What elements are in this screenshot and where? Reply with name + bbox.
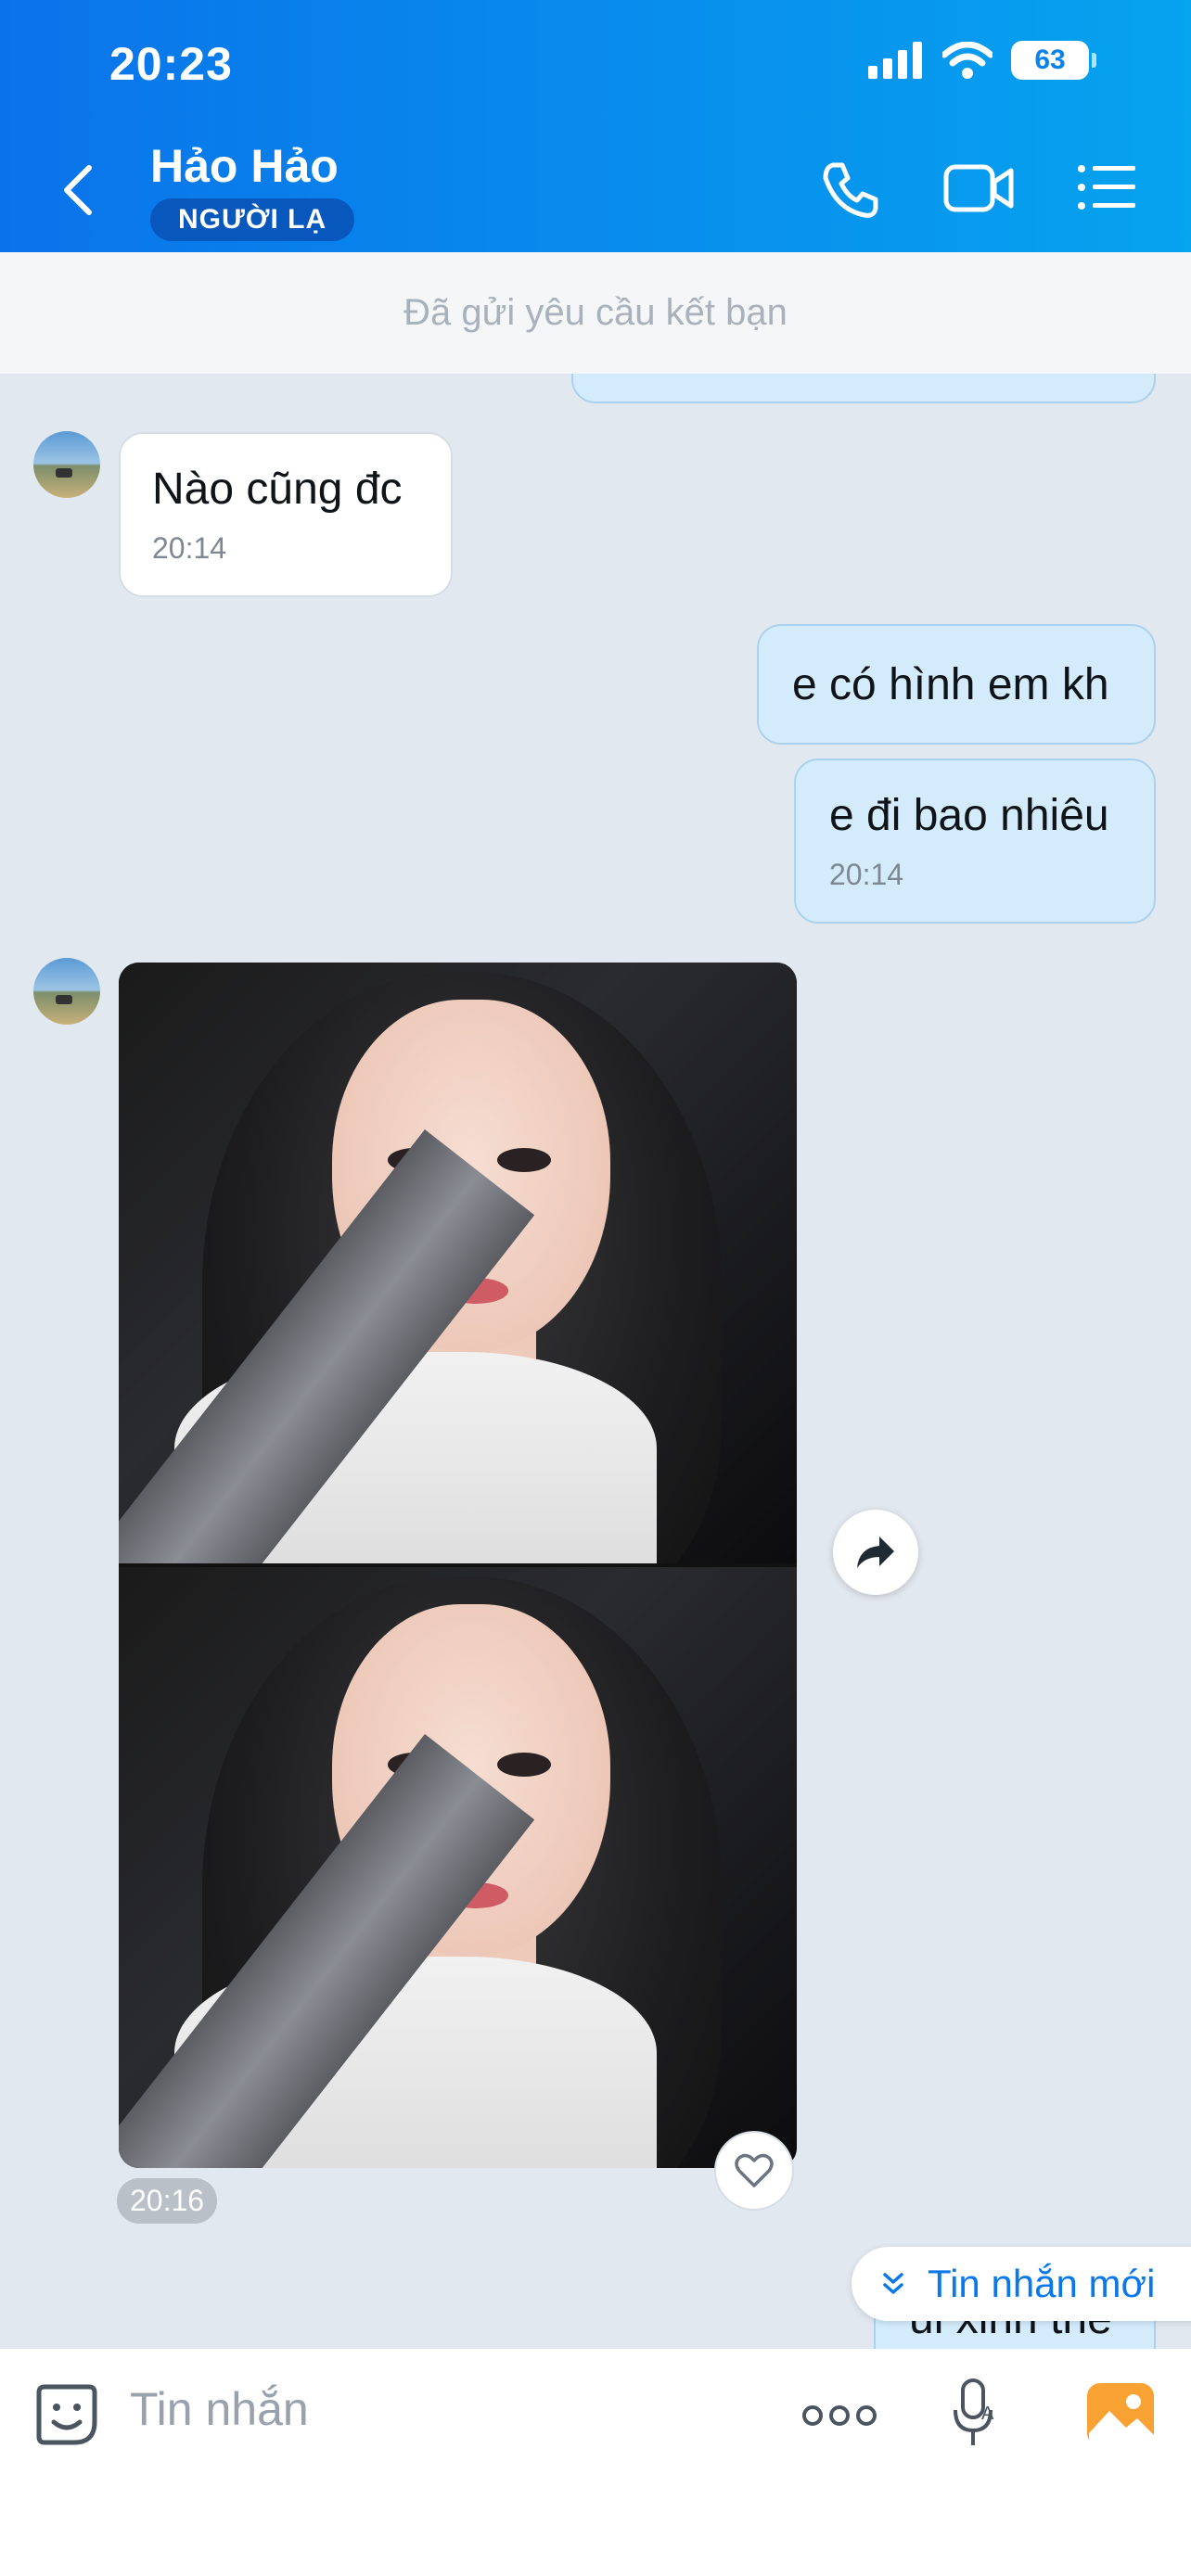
contact-avatar[interactable] [33, 958, 100, 1025]
sticker-icon[interactable] [33, 2381, 100, 2448]
message-text: e đi bao nhiêu [829, 791, 1109, 840]
stranger-badge: NGƯỜI LẠ [150, 198, 355, 241]
message-input[interactable]: Tin nhắn [130, 2382, 309, 2436]
phone-call-icon[interactable] [820, 159, 881, 221]
gallery-image-icon[interactable] [1085, 2381, 1156, 2448]
message-bubble-incoming[interactable]: Nào cũng đc 20:14 [119, 432, 453, 597]
selfie-photo[interactable] [119, 1567, 797, 2168]
composer-bar: Tin nhắn A [0, 2349, 1191, 2576]
message-bubble-outgoing[interactable] [571, 374, 1156, 403]
chat-header: 20:23 63 Hảo Hảo NGƯỜI LẠ [0, 0, 1191, 252]
forward-button[interactable] [833, 1510, 918, 1595]
status-time: 20:23 [109, 38, 233, 90]
friend-request-banner: Đã gửi yêu cầu kết bạn [0, 252, 1191, 374]
wifi-icon [942, 42, 992, 79]
contact-avatar[interactable] [33, 431, 100, 498]
status-icons: 63 [868, 41, 1096, 80]
photo-time: 20:16 [117, 2178, 218, 2224]
double-chevron-down-icon [883, 2273, 903, 2294]
menu-list-icon[interactable] [1076, 159, 1137, 215]
signal-icon [868, 42, 922, 79]
selfie-photo[interactable] [119, 963, 797, 1563]
message-text: Nào cũng đc [152, 465, 403, 514]
message-list[interactable]: Nào cũng đc 20:14 e có hình em kh e đi b… [0, 374, 1191, 2349]
voice-input-icon[interactable]: A [950, 2377, 1002, 2451]
heart-icon [735, 2153, 774, 2187]
video-call-icon[interactable] [942, 159, 1015, 215]
back-arrow-icon[interactable] [59, 162, 96, 218]
message-bubble-outgoing[interactable]: e đi bao nhiêu 20:14 [794, 759, 1156, 924]
new-messages-button[interactable]: Tin nhắn mới [852, 2247, 1191, 2321]
chat-screen: 20:23 63 Hảo Hảo NGƯỜI LẠ Đã gửi yêu cầu… [0, 0, 1191, 2576]
contact-name[interactable]: Hảo Hảo [150, 139, 339, 193]
message-time: 20:14 [152, 531, 227, 565]
battery-indicator: 63 [1011, 41, 1096, 80]
message-time: 20:14 [829, 858, 904, 891]
forward-arrow-icon [857, 1537, 894, 1568]
react-heart-button[interactable] [714, 2131, 794, 2211]
more-options-icon[interactable] [801, 2402, 877, 2429]
message-text: e có hình em kh [792, 660, 1109, 709]
photo-message[interactable] [119, 963, 797, 2168]
svg-text:A: A [981, 2404, 994, 2424]
message-bubble-outgoing[interactable]: e có hình em kh [757, 624, 1156, 745]
new-messages-label: Tin nhắn mới [928, 2262, 1156, 2305]
